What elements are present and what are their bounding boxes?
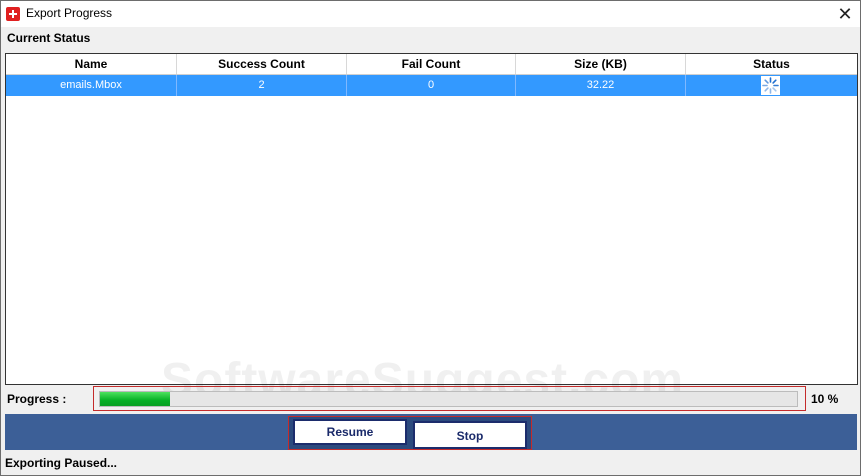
column-header-size[interactable]: Size (KB) xyxy=(516,54,686,74)
cell-status xyxy=(686,75,857,96)
column-header-name[interactable]: Name xyxy=(6,54,177,74)
app-icon xyxy=(6,7,20,21)
action-button-group: Resume Stop xyxy=(288,416,532,450)
stop-button[interactable]: Stop xyxy=(413,421,527,449)
progress-label: Progress : xyxy=(7,392,67,406)
cell-fail-count: 0 xyxy=(347,75,516,96)
section-title: Current Status xyxy=(7,31,91,45)
column-header-fail-count[interactable]: Fail Count xyxy=(347,54,516,74)
cell-success-count: 2 xyxy=(177,75,347,96)
progress-bar xyxy=(93,386,806,411)
window-title: Export Progress xyxy=(26,6,113,20)
title-bar: Export Progress ✕ xyxy=(1,1,860,27)
loading-spinner-icon xyxy=(761,76,780,95)
resume-button[interactable]: Resume xyxy=(293,419,407,445)
progress-percent: 10 % xyxy=(811,392,839,406)
status-table: Name Success Count Fail Count Size (KB) … xyxy=(5,53,858,385)
close-icon[interactable]: ✕ xyxy=(830,1,860,27)
status-message: Exporting Paused... xyxy=(5,456,118,470)
table-header: Name Success Count Fail Count Size (KB) … xyxy=(6,54,857,75)
button-bar: Resume Stop xyxy=(5,414,857,450)
cell-name: emails.Mbox xyxy=(6,75,177,96)
export-progress-window: Export Progress ✕ Current Status Name Su… xyxy=(0,0,861,476)
table-row[interactable]: emails.Mbox 2 0 32.22 xyxy=(6,75,857,96)
progress-fill xyxy=(100,392,170,406)
cell-size: 32.22 xyxy=(516,75,686,96)
column-header-status[interactable]: Status xyxy=(686,54,857,74)
progress-track xyxy=(99,391,798,407)
column-header-success-count[interactable]: Success Count xyxy=(177,54,347,74)
